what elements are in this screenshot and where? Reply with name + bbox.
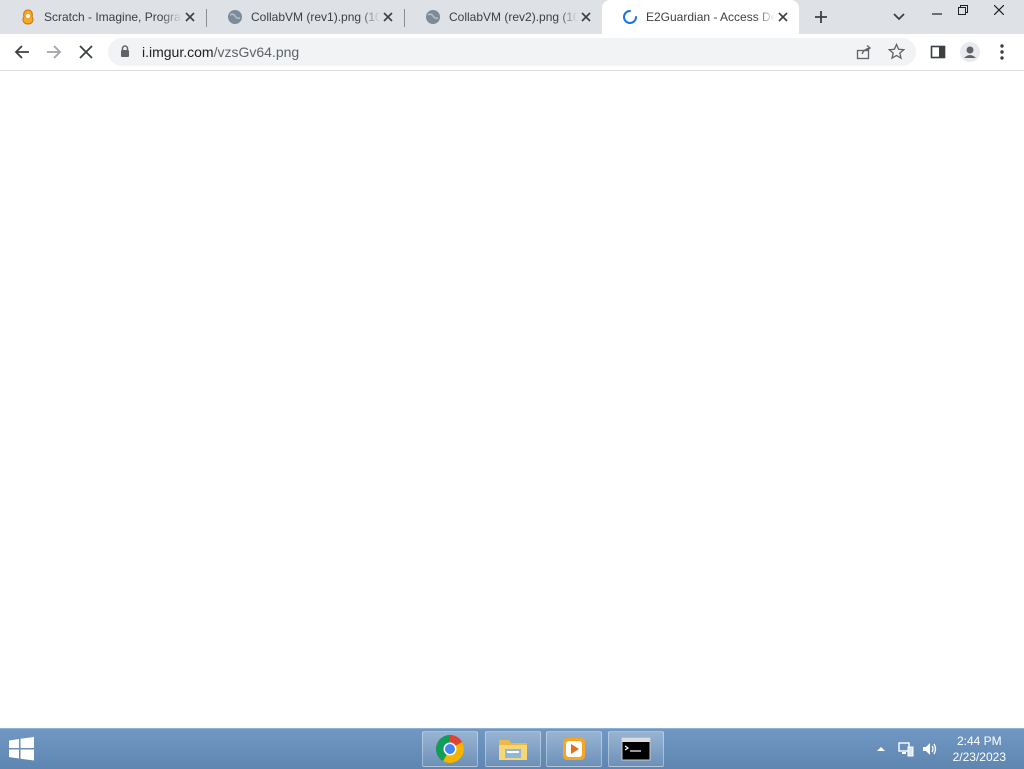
avatar-icon — [960, 42, 980, 62]
taskbar-chrome-button[interactable] — [422, 731, 478, 767]
media-player-icon — [563, 738, 585, 760]
close-tab-icon[interactable] — [775, 9, 791, 25]
file-explorer-icon — [499, 740, 527, 760]
address-bar[interactable]: i.imgur.com/vzsGv64.png — [108, 38, 916, 66]
menu-button[interactable] — [988, 38, 1016, 66]
tab-strip: Scratch - Imagine, Program, Share Collab… — [0, 0, 1024, 34]
arrow-right-icon — [47, 45, 62, 59]
close-tab-icon[interactable] — [578, 9, 594, 25]
clock-time: 2:44 PM — [956, 734, 1002, 748]
restore-button[interactable] — [950, 0, 976, 20]
volume-icon[interactable] — [922, 740, 938, 758]
start-button[interactable] — [8, 737, 38, 761]
new-tab-button[interactable] — [808, 5, 834, 29]
globe-icon — [227, 9, 243, 25]
url-path: /vzsGv64.png — [213, 44, 300, 60]
tab-title: E2Guardian - Access Denied — [646, 10, 775, 24]
tab-collabvm-rev1[interactable]: CollabVM (rev1).png (1024×768) — [207, 0, 404, 34]
close-icon — [994, 5, 1004, 15]
minimize-button[interactable] — [924, 0, 950, 20]
chrome-icon — [436, 735, 464, 763]
arrow-left-icon — [14, 45, 29, 59]
tab-title: CollabVM (rev1).png (1024×768) — [251, 10, 380, 24]
close-tab-icon[interactable] — [380, 9, 396, 25]
clock-date: 2/23/2023 — [952, 750, 1006, 764]
system-clock[interactable]: 2:44 PM 2/23/2023 — [953, 733, 1006, 765]
tab-e2guardian[interactable]: E2Guardian - Access Denied — [602, 0, 799, 34]
profile-button[interactable] — [956, 38, 984, 66]
scratch-icon — [20, 9, 36, 25]
page-content — [0, 71, 1024, 728]
tab-search-button[interactable] — [886, 5, 912, 29]
bookmark-star-icon[interactable] — [887, 42, 906, 65]
tab-collabvm-rev2[interactable]: CollabVM (rev2).png (1024×768) — [405, 0, 602, 34]
taskbar: 2:44 PM 2/23/2023 — [0, 728, 1024, 769]
share-icon[interactable] — [856, 44, 872, 65]
stop-loading-button[interactable] — [72, 38, 100, 66]
url-text: i.imgur.com/vzsGv64.png — [142, 38, 299, 66]
minimize-icon — [932, 13, 942, 15]
taskbar-media-player-button[interactable] — [546, 731, 602, 767]
browser-toolbar: i.imgur.com/vzsGv64.png — [0, 34, 1024, 71]
lock-icon[interactable] — [120, 45, 130, 63]
command-prompt-icon — [621, 737, 651, 761]
tab-title: Scratch - Imagine, Program, Share — [44, 10, 182, 24]
stop-icon — [79, 45, 93, 59]
forward-button[interactable] — [40, 38, 68, 66]
back-button[interactable] — [8, 38, 36, 66]
windows-logo-icon — [9, 737, 34, 761]
close-window-button[interactable] — [984, 0, 1014, 20]
close-tab-icon[interactable] — [182, 9, 198, 25]
tab-scratch[interactable]: Scratch - Imagine, Program, Share — [0, 0, 206, 34]
chevron-down-icon — [893, 13, 905, 21]
kebab-menu-icon — [1000, 44, 1004, 60]
network-icon[interactable] — [898, 740, 914, 758]
side-panel-button[interactable] — [924, 38, 952, 66]
restore-icon — [958, 5, 968, 15]
globe-icon — [425, 9, 441, 25]
tab-title: CollabVM (rev2).png (1024×768) — [449, 10, 578, 24]
loading-spinner-icon — [622, 9, 638, 25]
taskbar-cmd-button[interactable] — [608, 731, 664, 767]
url-host: i.imgur.com — [142, 44, 214, 60]
plus-icon — [815, 11, 827, 23]
taskbar-explorer-button[interactable] — [485, 731, 541, 767]
show-hidden-icons-icon[interactable] — [876, 740, 886, 758]
side-panel-icon — [930, 45, 946, 59]
